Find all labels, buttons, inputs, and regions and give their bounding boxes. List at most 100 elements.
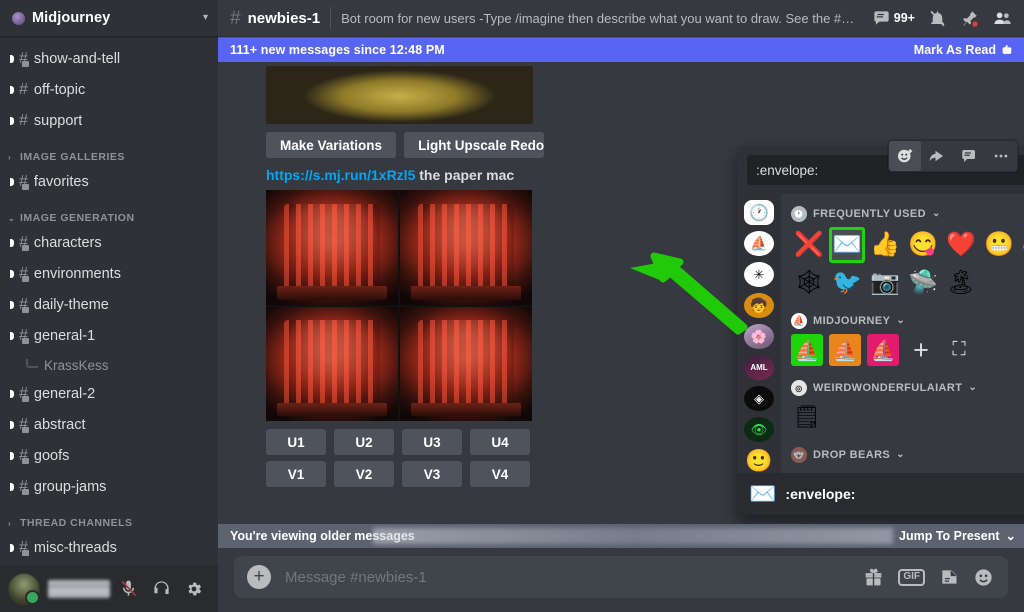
light-upscale-redo-button[interactable]: Light Upscale Redo (404, 132, 545, 158)
u3-button[interactable]: U3 (402, 429, 462, 455)
attach-file-button[interactable]: + (247, 565, 271, 589)
bird-emoji[interactable]: 🐦 (829, 265, 865, 301)
reply-icon[interactable] (921, 141, 953, 171)
generated-image-3[interactable] (266, 306, 398, 421)
eye-server-icon[interactable]: 👁 (744, 417, 774, 442)
sidebar-item-group-jams[interactable]: # group-jams (8, 472, 210, 502)
older-messages-banner: You're viewing older messages Jump To Pr… (218, 524, 1024, 548)
notifications-off-icon[interactable] (928, 9, 947, 28)
message-input[interactable]: Message #newbies-1 (285, 569, 863, 586)
recent-clock-icon[interactable]: 🕐 (744, 200, 774, 225)
smiling-face-emoji[interactable]: 😋 (905, 227, 941, 263)
sidebar-item-general-2[interactable]: # general-2 (8, 379, 210, 409)
mj-pink-sail-emoji[interactable]: ⛵ (867, 334, 899, 366)
jump-to-present-button[interactable]: Jump To Present ⌄ (899, 529, 1016, 543)
generated-image-2[interactable] (400, 190, 532, 305)
section-frequently-used[interactable]: 🕐 FREQUENTLY USED ⌄ (791, 200, 1024, 227)
sidebar-item-support[interactable]: # support (8, 106, 210, 136)
sticker-icon[interactable] (939, 567, 959, 587)
make-variations-button[interactable]: Make Variations (266, 132, 397, 158)
section-midjourney[interactable]: ⛵ MIDJOURNEY ⌄ (791, 301, 1024, 334)
sidebar-item-show-and-tell[interactable]: # show-and-tell (8, 44, 210, 74)
emoji-category-rail[interactable]: 🕐 ⛵ ✳ 🧒 🌸 AML ◈ 👁 🙂 (737, 194, 781, 473)
section-weirdwonderfulaiart[interactable]: ◎ WEIRDWONDERFULAIART ⌄ (791, 366, 1024, 401)
avatar[interactable] (8, 572, 40, 605)
category-thread-channels[interactable]: › THREAD CHANNELS (0, 503, 218, 532)
message-image-thumbnail[interactable] (266, 66, 533, 124)
paper-emoji[interactable]: 🗒 (791, 401, 823, 433)
aml-server-icon[interactable]: AML (744, 355, 774, 380)
thread-item-krasskess[interactable]: KrassKess (8, 352, 210, 378)
u1-button[interactable]: U1 (266, 429, 326, 455)
sidebar-item-environments[interactable]: # environments (8, 259, 210, 289)
sidebar-item-off-topic[interactable]: # off-topic (8, 75, 210, 105)
server-header[interactable]: Midjourney ▾ (0, 0, 218, 37)
u4-button[interactable]: U4 (470, 429, 530, 455)
emoji-grid-area[interactable]: 🕐 FREQUENTLY USED ⌄ ❌ ✉️ 👍 😋 ❤️ 😬 🥰 🎨 🕸 (781, 194, 1024, 473)
sidebar-item-abstract[interactable]: # abstract (8, 410, 210, 440)
gif-icon[interactable]: GIF (898, 568, 925, 586)
members-icon[interactable] (992, 9, 1012, 28)
server-icon-3[interactable]: 🧒 (744, 293, 774, 318)
sidebar-item-favorites[interactable]: # favorites (8, 167, 210, 197)
jump-to-present-label: Jump To Present (899, 529, 1000, 543)
mj-green-sail-emoji[interactable]: ⛵ (791, 334, 823, 366)
category-image-generation[interactable]: ⌄ IMAGE GENERATION (0, 198, 218, 227)
headphones-icon[interactable] (151, 579, 171, 599)
channel-topic[interactable]: Bot room for new users -Type /imagine th… (341, 11, 861, 26)
more-icon[interactable] (985, 141, 1017, 171)
v2-button[interactable]: V2 (334, 461, 394, 487)
chevron-down-icon: ⌄ (1005, 528, 1016, 543)
thumbs-up-emoji[interactable]: 👍 (867, 227, 903, 263)
category-image-galleries[interactable]: › IMAGE GALLERIES (0, 137, 218, 166)
message-composer[interactable]: + Message #newbies-1 GIF (234, 556, 1008, 598)
spider-web-emoji[interactable]: 🕸 (791, 265, 827, 301)
midjourney-server-icon[interactable]: ⛵ (744, 231, 774, 256)
mark-as-read-button[interactable]: Mark As Read (914, 43, 1014, 57)
threads-icon[interactable]: 99+ (872, 9, 915, 28)
generated-image-1[interactable] (266, 190, 398, 305)
emoji-icon[interactable] (973, 567, 994, 588)
cross-mark-emoji[interactable]: ❌ (791, 227, 827, 263)
channel-header: # newbies-1 Bot room for new users -Type… (218, 0, 1024, 37)
server-icon-4[interactable]: 🌸 (744, 324, 774, 349)
server-icon-2[interactable]: ✳ (744, 262, 774, 287)
emoji-picker[interactable]: :envelope: 👏 🕐 ⛵ ✳ 🧒 🌸 AML ◈ 👁 🙂 (737, 146, 1024, 515)
pin-icon[interactable] (960, 9, 979, 28)
gear-icon[interactable] (184, 579, 204, 599)
u2-button[interactable]: U2 (334, 429, 394, 455)
composer-area: + Message #newbies-1 GIF (218, 548, 1024, 612)
mic-muted-icon[interactable] (118, 579, 138, 599)
gift-icon[interactable] (863, 567, 884, 588)
mj-plus-emoji[interactable]: + (905, 334, 937, 366)
red-heart-emoji[interactable]: ❤️ (943, 227, 979, 263)
flying-saucer-emoji[interactable]: 🛸 (905, 265, 941, 301)
username-redacted (48, 579, 110, 598)
generated-image-grid[interactable] (266, 190, 532, 421)
grimacing-face-emoji[interactable]: 😬 (981, 227, 1017, 263)
desert-island-emoji[interactable]: 🏝 (943, 265, 979, 301)
sidebar-item-misc-threads[interactable]: # misc-threads (8, 533, 210, 563)
sidebar-item-characters[interactable]: # characters (8, 228, 210, 258)
channel-list[interactable]: # show-and-tell # off-topic # support › … (0, 37, 218, 565)
hugging-face-emoji[interactable]: 🥰 (1019, 227, 1024, 263)
v3-button[interactable]: V3 (402, 461, 462, 487)
thread-icon[interactable] (953, 141, 985, 171)
hash-icon: # (19, 50, 29, 67)
chevron-down-icon[interactable]: ▾ (203, 13, 208, 23)
mj-expand-emoji[interactable]: ⛶ (943, 334, 975, 366)
sidebar-item-daily-theme[interactable]: # daily-theme (8, 290, 210, 320)
sidebar-item-general-1[interactable]: # general-1 (8, 321, 210, 351)
add-reaction-icon[interactable] (889, 141, 921, 171)
section-drop-bears[interactable]: 🐨 DROP BEARS ⌄ (791, 433, 1024, 468)
mj-run-link[interactable]: https://s.mj.run/1xRzl5 (266, 167, 415, 183)
dark-server-icon[interactable]: ◈ (744, 386, 774, 411)
mj-orange-sail-emoji[interactable]: ⛵ (829, 334, 861, 366)
camera-emoji[interactable]: 📷 (867, 265, 903, 301)
envelope-emoji[interactable]: ✉️ (829, 227, 865, 263)
standard-emoji-icon[interactable]: 🙂 (744, 448, 774, 473)
v1-button[interactable]: V1 (266, 461, 326, 487)
sidebar-item-goofs[interactable]: # goofs (8, 441, 210, 471)
v4-button[interactable]: V4 (470, 461, 530, 487)
generated-image-4[interactable] (400, 306, 532, 421)
